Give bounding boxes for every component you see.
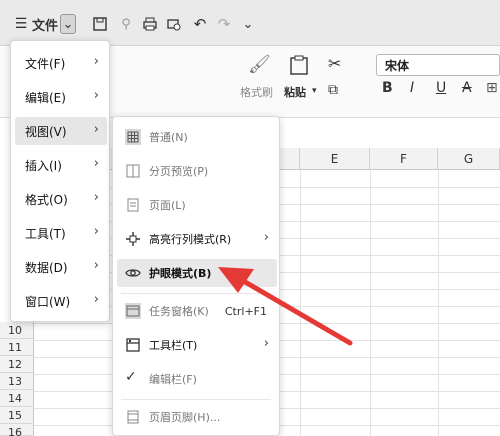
menu-item-normal[interactable]: 普通(N) (117, 123, 277, 151)
paste-icon[interactable] (288, 54, 310, 79)
hamburger-icon[interactable]: ☰ (14, 12, 28, 36)
menu-item-header-footer[interactable]: 页眉页脚(H)... (117, 403, 277, 431)
main-menu: 文件(F) › 编辑(E) › 视图(V) › 插入(I) › 格式(O) › 工具(T)… (10, 40, 110, 322)
more-chevron-icon[interactable]: ⌄ (238, 12, 258, 36)
border-icon[interactable]: ⊞ (486, 80, 498, 96)
menu-item-edit[interactable]: 编辑(E) › (15, 83, 107, 111)
normal-view-icon (125, 129, 141, 145)
cut-icon[interactable]: ✂ (328, 54, 341, 73)
menu-item-tools[interactable]: 工具(T) › (15, 219, 107, 247)
chevron-right-icon: › (93, 190, 99, 205)
menu-item-label: 普通(N) (149, 131, 188, 144)
paste-dropdown-icon[interactable]: ▾ (312, 86, 317, 96)
save-icon[interactable] (90, 12, 110, 36)
chevron-right-icon: › (263, 230, 269, 245)
row-header-16[interactable]: 16 (0, 424, 34, 436)
print-icon[interactable] (140, 12, 160, 36)
strikethrough-button[interactable]: A (462, 80, 472, 96)
font-name-input[interactable]: 宋体 (376, 54, 500, 76)
row-header-15[interactable]: 15 (0, 407, 34, 424)
column-header-f[interactable]: F (370, 148, 438, 170)
toolbar-icon (125, 337, 141, 353)
menu-item-label: 编辑栏(F) (149, 373, 197, 386)
copy-icon[interactable]: ⧉ (328, 82, 338, 98)
menu-item-label: 插入(I) (25, 158, 62, 173)
checkmark-icon: ✓ (125, 369, 137, 385)
chevron-right-icon: › (93, 156, 99, 171)
header-footer-icon (125, 409, 141, 425)
dropdown-arrow-button[interactable]: ⌄ (60, 14, 76, 34)
paste-button[interactable]: 粘贴 (284, 84, 306, 100)
menu-item-label: 高亮行列模式(R) (149, 233, 232, 246)
bold-button[interactable]: B (382, 80, 393, 96)
menu-item-formula-bar[interactable]: ✓ 编辑栏(F) (117, 365, 277, 393)
menu-item-page-break-preview[interactable]: 分页预览(P) (117, 157, 277, 185)
chevron-right-icon: › (93, 224, 99, 239)
annotation-arrow (218, 267, 353, 346)
menu-item-label: 格式(O) (25, 192, 68, 207)
row-header-12[interactable]: 12 (0, 356, 34, 373)
menu-item-label: 文件(F) (25, 56, 66, 71)
menu-item-label: 数据(D) (25, 260, 68, 275)
row-header-13[interactable]: 13 (0, 373, 34, 390)
italic-button[interactable]: I (410, 80, 414, 96)
chevron-right-icon: › (93, 122, 99, 137)
format-painter-icon[interactable]: 🖌 (248, 54, 271, 75)
menu-item-insert[interactable]: 插入(I) › (15, 151, 107, 179)
crosshair-icon (125, 231, 141, 247)
print-preview-icon[interactable] (164, 12, 184, 36)
menu-item-format[interactable]: 格式(O) › (15, 185, 107, 213)
menu-item-data[interactable]: 数据(D) › (15, 253, 107, 281)
chevron-right-icon: › (93, 54, 99, 69)
page-layout-icon (125, 197, 141, 213)
grid-line (438, 170, 439, 436)
menu-item-label: 工具栏(T) (149, 339, 198, 352)
menu-item-label: 视图(V) (25, 124, 67, 139)
menu-item-label: 编辑(E) (25, 90, 66, 105)
menu-item-highlight-mode[interactable]: 高亮行列模式(R) › (117, 225, 277, 253)
menu-item-window[interactable]: 窗口(W) › (15, 287, 107, 315)
page-break-icon (125, 163, 141, 179)
format-painter-label[interactable]: 格式刷 (240, 84, 273, 100)
row-header-14[interactable]: 14 (0, 390, 34, 407)
menu-item-label: 页面(L) (149, 199, 186, 212)
chevron-right-icon: › (93, 88, 99, 103)
menu-item-view[interactable]: 视图(V) › (15, 117, 107, 145)
app-window: ☰ 文件 ⌄ ⚲ ↶ ↷ ⌄ 🖌 格式刷 粘贴 ▾ ✂ ⧉ 宋体 B I U A… (0, 0, 500, 436)
column-header-g[interactable]: G (438, 148, 500, 170)
export-icon[interactable]: ⚲ (116, 12, 136, 36)
menu-separator (121, 399, 271, 400)
redo-icon[interactable]: ↷ (214, 12, 234, 36)
menu-item-label: 页眉页脚(H)... (149, 411, 221, 424)
menu-item-label: 窗口(W) (25, 294, 71, 309)
chevron-right-icon: › (93, 258, 99, 273)
column-header-e[interactable]: E (300, 148, 370, 170)
chevron-right-icon: › (93, 292, 99, 307)
eye-icon (125, 265, 141, 281)
undo-icon[interactable]: ↶ (190, 12, 210, 36)
menu-item-label: 分页预览(P) (149, 165, 209, 178)
row-header-11[interactable]: 11 (0, 339, 34, 356)
row-header-10[interactable]: 10 (0, 322, 34, 339)
menu-item-label: 工具(T) (25, 226, 66, 241)
menu-item-file[interactable]: 文件(F) › (15, 49, 107, 77)
underline-button[interactable]: U (436, 80, 446, 96)
task-pane-icon (125, 303, 141, 319)
grid-line (370, 170, 371, 436)
menu-item-page-layout[interactable]: 页面(L) (117, 191, 277, 219)
file-menu-button[interactable]: 文件 (30, 12, 60, 36)
